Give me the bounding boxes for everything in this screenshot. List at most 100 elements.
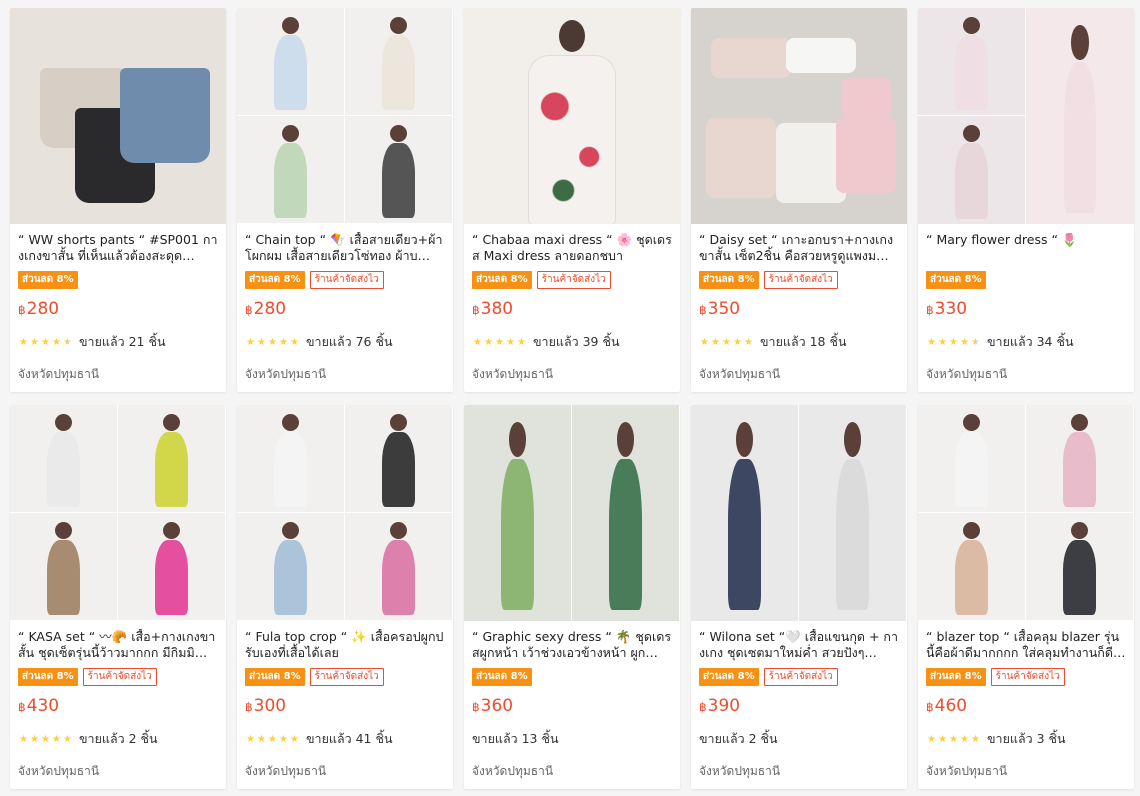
model-figure <box>274 34 307 110</box>
model-figure <box>955 34 988 110</box>
rating-stars: ★ ★ ★ ★ ★ <box>926 734 981 745</box>
badge-row: ส่วนลด 8% ร้านค้าจัดส่งไว <box>926 667 1126 687</box>
product-title[interactable]: “ Daisy set “ เกาะอกบรา+กางเกงขาสั้น เซ็… <box>699 232 899 264</box>
product-title[interactable]: “ Mary flower dress “ 🌷 <box>926 232 1126 264</box>
product-image[interactable] <box>918 8 1134 224</box>
model-head <box>162 413 181 431</box>
model-head <box>54 521 73 539</box>
product-card[interactable]: “ KASA set “ 〰🥐 เสื้อ+กางเกงขาสั้น ชุดเซ… <box>10 405 226 789</box>
shop-location: จังหวัดปทุมธานี <box>699 764 781 778</box>
product-photo <box>572 405 679 621</box>
product-image[interactable] <box>237 8 453 224</box>
product-image[interactable] <box>10 8 226 224</box>
product-title[interactable]: “ Wilona set “🤍 เสื้อแขนกุด + กางเกง ชุด… <box>699 629 899 661</box>
product-price: ฿390 <box>699 694 899 718</box>
model-figure <box>382 142 415 218</box>
product-photo <box>237 8 344 115</box>
product-title[interactable]: “ Fula top crop “ ✨ เสื้อครอปผูกปรับเองท… <box>245 629 445 661</box>
rating-sold-row: ขายแล้ว 13 ชิ้น <box>472 730 559 748</box>
product-photo <box>118 513 225 620</box>
product-info: “ Daisy set “ เกาะอกบรา+กางเกงขาสั้น เซ็… <box>691 224 907 321</box>
fast-shipping-badge: ร้านค้าจัดส่งไว <box>309 271 384 289</box>
product-image[interactable] <box>918 405 1134 621</box>
product-title[interactable]: “ Graphic sexy dress “ 🌴 ชุดเดรสผูกหน้า … <box>472 629 672 661</box>
rating-stars: ★ ★ ★ ★ ★ <box>245 337 300 348</box>
currency-symbol: ฿ <box>926 700 934 714</box>
star-icon: ★ <box>19 733 28 745</box>
product-image[interactable] <box>464 8 680 224</box>
model-head <box>389 124 408 142</box>
rating-sold-row: ★ ★ ★ ★ ★ ขายแล้ว 41 ชิ้น <box>245 730 393 748</box>
product-image[interactable] <box>691 405 907 621</box>
badge-row: ส่วนลด 8% ร้านค้าจัดส่งไว <box>18 667 218 687</box>
product-price: ฿430 <box>18 694 218 718</box>
badge-row: ส่วนลด 8% ร้านค้าจัดส่งไว <box>472 270 672 290</box>
star-icon: ★ <box>279 733 288 745</box>
product-card[interactable]: “ Graphic sexy dress “ 🌴 ชุดเดรสผูกหน้า … <box>464 405 680 789</box>
currency-symbol: ฿ <box>472 700 480 714</box>
product-image[interactable] <box>691 8 907 224</box>
model-head <box>389 521 408 539</box>
sold-count: ขายแล้ว 34 ชิ้น <box>987 334 1074 349</box>
shop-location: จังหวัดปทุมธานี <box>926 764 1008 778</box>
product-photo <box>237 513 344 620</box>
product-image[interactable] <box>464 405 680 621</box>
product-title[interactable]: “ WW shorts pants “ #SP001 กางเกงขาสั้น … <box>18 232 218 264</box>
product-card[interactable]: “ Chain top “ 🪁 เสื้อสายเดียว+ผ้าโผกผม เ… <box>237 8 453 392</box>
sold-count: ขายแล้ว 13 ชิ้น <box>472 731 559 746</box>
product-price: ฿300 <box>245 694 445 718</box>
model-figure <box>955 539 988 615</box>
badge-row: ส่วนลด 8% <box>472 667 672 687</box>
star-icon: ★ <box>506 336 515 348</box>
product-photo <box>918 405 1025 512</box>
model-figure <box>501 459 534 611</box>
model-head <box>1071 25 1089 60</box>
product-card[interactable]: “ WW shorts pants “ #SP001 กางเกงขาสั้น … <box>10 8 226 392</box>
star-icon: ★ <box>246 336 255 348</box>
discount-badge: ส่วนลด 8% <box>18 271 78 289</box>
price-amount: 390 <box>707 696 741 716</box>
model-figure <box>47 539 80 615</box>
rating-stars: ★ ★ ★ ★ ★ <box>18 734 73 745</box>
product-title[interactable]: “ Chain top “ 🪁 เสื้อสายเดียว+ผ้าโผกผม เ… <box>245 232 445 264</box>
product-title[interactable]: “ Chabaa maxi dress “ 🌸 ชุดเดรส Maxi dre… <box>472 232 672 264</box>
product-card[interactable]: “ Wilona set “🤍 เสื้อแขนกุด + กางเกง ชุด… <box>691 405 907 789</box>
product-card[interactable]: “ Chabaa maxi dress “ 🌸 ชุดเดรส Maxi dre… <box>464 8 680 392</box>
product-title[interactable]: “ blazer top “ เสื้อคลุม blazer รุ่นนี้ค… <box>926 629 1126 661</box>
product-photo <box>464 405 571 621</box>
model-head <box>616 422 635 457</box>
sold-count: ขายแล้ว 3 ชิ้น <box>987 731 1066 746</box>
shop-location: จังหวัดปทุมธานี <box>472 764 554 778</box>
star-icon: ★ <box>949 733 958 745</box>
star-icon: ★ <box>971 733 980 745</box>
product-info: “ Chabaa maxi dress “ 🌸 ชุดเดรส Maxi dre… <box>464 224 680 321</box>
discount-badge: ส่วนลด 8% <box>472 271 532 289</box>
shop-location: จังหวัดปทุมธานี <box>18 367 100 381</box>
star-icon: ★ <box>733 336 742 348</box>
fast-shipping-badge: ร้านค้าจัดส่งไว <box>309 668 384 686</box>
product-title[interactable]: “ KASA set “ 〰🥐 เสื้อ+กางเกงขาสั้น ชุดเซ… <box>18 629 218 661</box>
model-figure <box>1063 539 1096 615</box>
product-image[interactable] <box>237 405 453 621</box>
product-photo <box>10 8 226 224</box>
model-head <box>281 124 300 142</box>
model-head <box>962 413 981 431</box>
model-figure <box>155 431 188 507</box>
rating-sold-row: ★ ★ ★ ★ ★ ขายแล้ว 39 ชิ้น <box>472 333 620 351</box>
product-card[interactable]: “ Daisy set “ เกาะอกบรา+กางเกงขาสั้น เซ็… <box>691 8 907 392</box>
product-card[interactable]: “ blazer top “ เสื้อคลุม blazer รุ่นนี้ค… <box>918 405 1134 789</box>
product-photo <box>799 405 906 621</box>
dress-figure <box>529 56 615 224</box>
price-amount: 380 <box>480 299 514 319</box>
product-image[interactable] <box>10 405 226 621</box>
price-amount: 300 <box>253 696 287 716</box>
sold-count: ขายแล้ว 18 ชิ้น <box>760 334 847 349</box>
rating-sold-row: ★ ★ ★ ★ ★ ขายแล้ว 34 ชิ้น <box>926 333 1074 351</box>
product-card[interactable]: “ Fula top crop “ ✨ เสื้อครอปผูกปรับเองท… <box>237 405 453 789</box>
product-card[interactable]: “ Mary flower dress “ 🌷 ส่วนลด 8% ฿330 ★… <box>918 8 1134 392</box>
product-photo <box>691 405 798 621</box>
model-figure <box>1063 62 1097 214</box>
model-head <box>559 20 585 52</box>
product-photo <box>345 405 452 512</box>
product-info: “ Mary flower dress “ 🌷 ส่วนลด 8% ฿330 <box>918 224 1134 321</box>
